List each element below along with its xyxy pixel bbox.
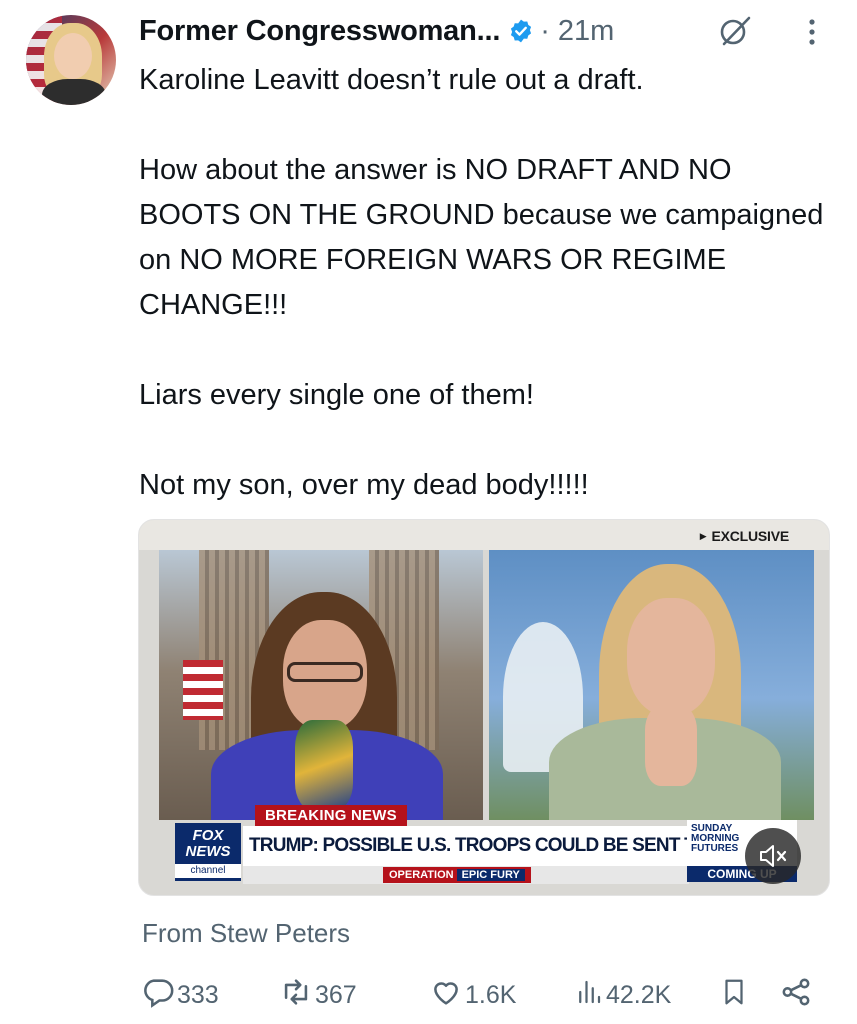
post-paragraph: How about the answer is NO DRAFT AND NO … xyxy=(139,154,824,321)
post-paragraph: Karoline Leavitt doesn’t rule out a draf… xyxy=(139,64,644,96)
views-button[interactable]: 42.2K xyxy=(574,975,671,1015)
repost-count: 367 xyxy=(315,980,357,1009)
post-header: Former Congresswoman... · 21m xyxy=(139,10,614,52)
operation-label: OPERATION xyxy=(389,869,454,881)
post-timestamp[interactable]: · 21m xyxy=(540,15,614,48)
reply-count: 333 xyxy=(177,980,219,1009)
share-icon xyxy=(779,975,813,1016)
avatar-face xyxy=(54,33,92,79)
source-attribution[interactable]: From Stew Peters xyxy=(142,918,350,949)
operation-name: EPIC FURY xyxy=(456,869,525,881)
like-button[interactable]: 1.6K xyxy=(429,975,516,1015)
share-button[interactable] xyxy=(779,975,813,1015)
breaking-news-badge: BREAKING NEWS xyxy=(255,805,407,827)
bookmark-button[interactable] xyxy=(719,975,749,1015)
author-avatar[interactable] xyxy=(26,15,116,105)
reply-button[interactable]: 333 xyxy=(141,975,219,1015)
like-count: 1.6K xyxy=(465,980,517,1009)
views-count: 42.2K xyxy=(606,980,672,1009)
grok-icon[interactable] xyxy=(718,14,752,48)
fox-news-logo: FOX NEWS channel xyxy=(175,823,241,881)
video-player[interactable]: EXCLUSIVE BREAKING NEWS FOX NEWS channel… xyxy=(138,519,830,896)
more-icon[interactable] xyxy=(800,14,824,50)
bookmark-icon xyxy=(719,975,749,1016)
logo-text: FOX xyxy=(192,827,224,844)
flag-image xyxy=(183,660,223,720)
news-headline: TRUMP: POSSIBLE U.S. TROOPS COULD BE SEN… xyxy=(243,826,689,866)
reply-icon xyxy=(141,975,175,1016)
logo-text: channel xyxy=(175,864,241,878)
action-bar: 333 367 1.6K 42.2K xyxy=(141,975,821,1015)
views-icon xyxy=(574,975,604,1016)
post-paragraph: Liars every single one of them! xyxy=(139,379,534,411)
repost-icon xyxy=(279,975,313,1016)
post-text: Karoline Leavitt doesn’t rule out a draf… xyxy=(139,58,839,508)
mute-icon[interactable] xyxy=(745,828,801,884)
like-icon xyxy=(429,975,463,1016)
post-paragraph: Not my son, over my dead body!!!!! xyxy=(139,469,589,501)
avatar-body xyxy=(42,79,106,105)
exclusive-label: EXCLUSIVE xyxy=(700,528,789,544)
author-name[interactable]: Former Congresswoman... xyxy=(139,15,500,48)
right-guest-panel xyxy=(489,550,814,820)
repost-button[interactable]: 367 xyxy=(279,975,357,1015)
left-anchor-panel xyxy=(159,550,483,820)
logo-text: NEWS xyxy=(185,843,231,860)
verified-badge-icon xyxy=(508,18,534,44)
operation-badge: OPERATION EPIC FURY xyxy=(383,867,531,883)
